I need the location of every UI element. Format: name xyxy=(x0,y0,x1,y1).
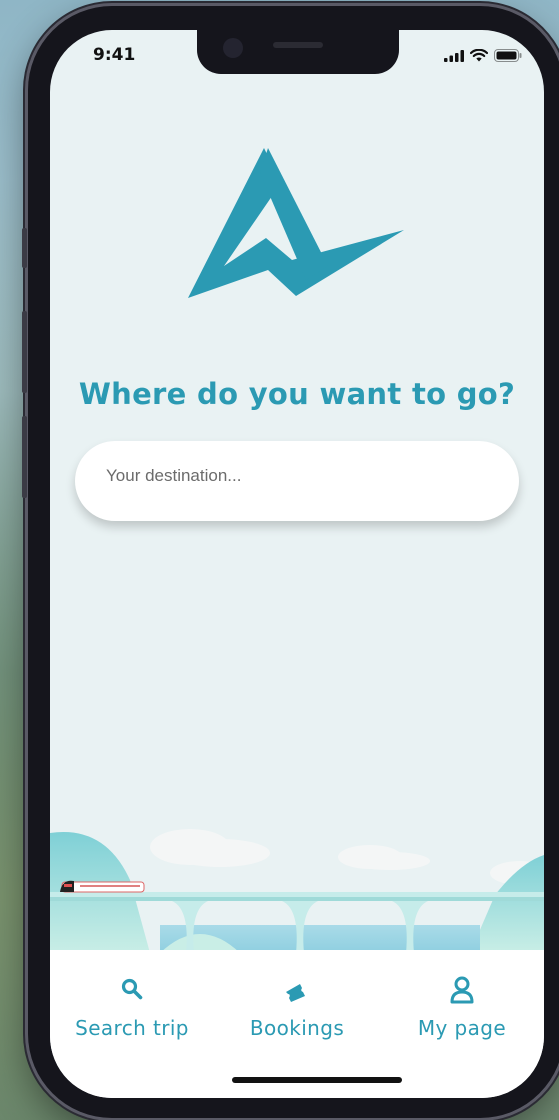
tab-search-trip-label: Search trip xyxy=(75,1016,189,1040)
battery-icon xyxy=(494,49,522,62)
tab-bookings-label: Bookings xyxy=(249,1016,345,1040)
landscape-illustration xyxy=(50,829,544,953)
tab-my-page-label: My page xyxy=(417,1016,507,1040)
search-icon xyxy=(121,978,143,1000)
mute-switch xyxy=(22,228,27,268)
clouds xyxy=(150,829,544,885)
page-title: Where do you want to go? xyxy=(78,377,516,411)
status-icons xyxy=(444,49,522,62)
wifi-icon xyxy=(470,49,488,62)
brand-logo-icon xyxy=(188,148,404,298)
volume-up-button xyxy=(22,311,27,393)
camera xyxy=(223,38,243,58)
destination-search[interactable] xyxy=(75,441,519,521)
user-icon xyxy=(450,976,474,1004)
status-time: 9:41 xyxy=(93,45,136,65)
signal-icon xyxy=(444,49,464,62)
speaker xyxy=(273,42,323,48)
notch xyxy=(197,30,399,74)
home-indicator xyxy=(232,1077,402,1083)
app-screen: 9:41 Where do you want to go? Your desti… xyxy=(50,30,544,1098)
train xyxy=(60,880,145,893)
destination-input[interactable] xyxy=(104,465,488,487)
bottom-tab-bar: Search trip Bookings My page xyxy=(50,950,544,1098)
ticket-icon xyxy=(286,984,305,1002)
volume-down-button xyxy=(22,416,27,498)
